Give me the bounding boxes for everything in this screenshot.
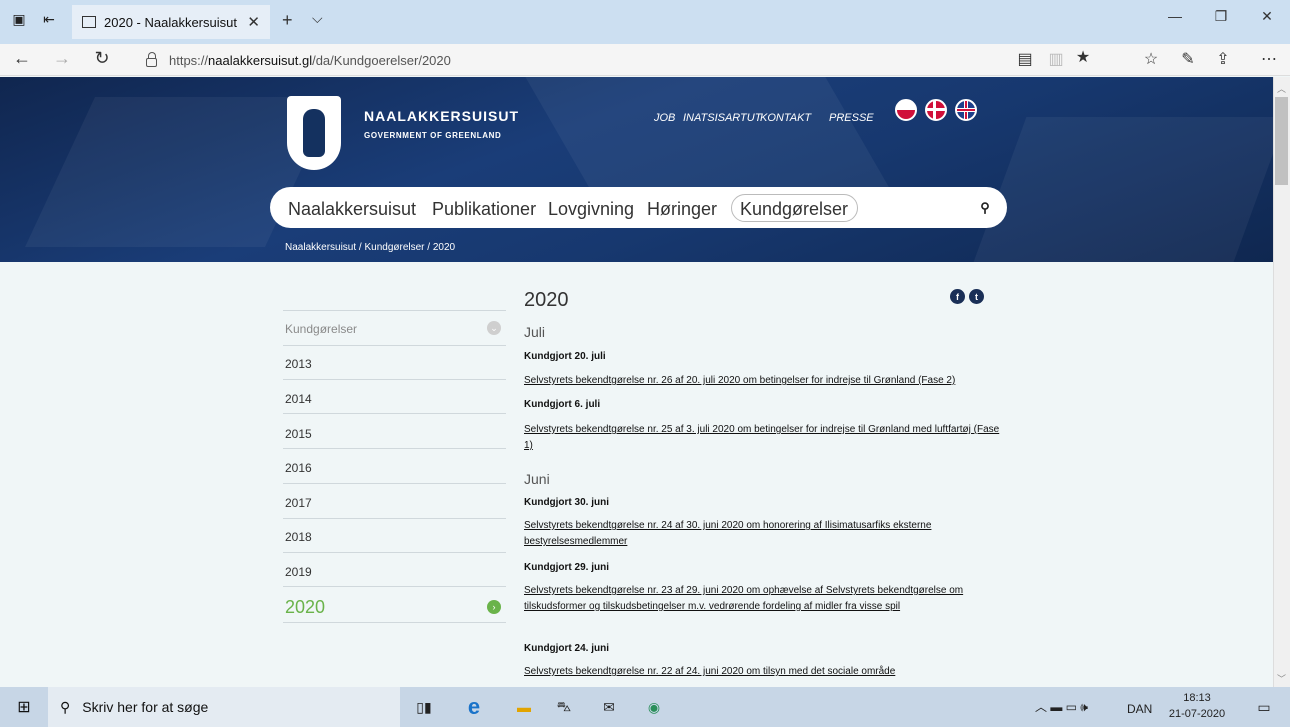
nav-horinger[interactable]: Høringer bbox=[647, 199, 717, 220]
sidebar-year-2013[interactable]: 2013 bbox=[285, 357, 312, 371]
nav-publikationer[interactable]: Publikationer bbox=[432, 199, 536, 220]
more-icon[interactable]: ⋯ bbox=[1258, 49, 1280, 69]
file-explorer-icon[interactable]: ▬ bbox=[510, 694, 538, 720]
tray-icons[interactable]: ︿ ▬ ▭ 🕪 bbox=[1035, 698, 1088, 715]
top-link-job[interactable]: JOB bbox=[654, 112, 675, 124]
clock-date: 21-07-2020 bbox=[1168, 708, 1226, 720]
brand-subtitle: GOVERNMENT OF GREENLAND bbox=[364, 131, 502, 140]
page-title: 2020 bbox=[524, 289, 569, 311]
entry-date: Kundgjort 6. juli bbox=[524, 399, 601, 410]
divider bbox=[283, 310, 506, 311]
active-tab[interactable]: 2020 - Naalakkersuisut ✕ bbox=[72, 5, 270, 39]
tab-preview-chevron-icon[interactable]: ⌵ bbox=[312, 10, 323, 27]
divider bbox=[283, 379, 506, 380]
entry-link[interactable]: Selvstyrets bekendtgørelse nr. 26 af 20.… bbox=[524, 373, 1004, 389]
sidebar-year-2016[interactable]: 2016 bbox=[285, 461, 312, 475]
entry-date: Kundgjort 30. juni bbox=[524, 497, 609, 508]
maps-globe-icon[interactable]: ◉ bbox=[640, 694, 668, 720]
divider bbox=[283, 413, 506, 414]
entry-date: Kundgjort 20. juli bbox=[524, 351, 606, 362]
divider bbox=[283, 622, 506, 623]
entry-link[interactable]: Selvstyrets bekendtgørelse nr. 24 af 30.… bbox=[524, 518, 1004, 550]
task-view-icon[interactable]: ▯▮ bbox=[410, 694, 438, 720]
sidebar-year-2014[interactable]: 2014 bbox=[285, 392, 312, 406]
divider bbox=[283, 586, 506, 587]
divider bbox=[283, 483, 506, 484]
favorite-star-icon[interactable]: ★ bbox=[1072, 47, 1094, 67]
url-prefix: https:// bbox=[169, 52, 209, 68]
top-link-kontakt[interactable]: KONTAKT bbox=[760, 112, 811, 124]
sidebar-year-2017[interactable]: 2017 bbox=[285, 496, 312, 510]
scroll-up-icon[interactable]: ︿ bbox=[1277, 82, 1286, 95]
clock-time: 18:13 bbox=[1183, 692, 1211, 704]
chevron-right-icon[interactable]: › bbox=[487, 600, 501, 614]
edge-browser-icon[interactable]: e bbox=[460, 694, 488, 720]
breadcrumb[interactable]: Naalakkersuisut / Kundgørelser / 2020 bbox=[285, 242, 455, 253]
search-icon: ⚲ bbox=[60, 698, 71, 715]
notifications-icon[interactable]: ▭ bbox=[1250, 694, 1278, 720]
entry-date: Kundgjort 29. juni bbox=[524, 562, 609, 573]
site-header bbox=[0, 77, 1273, 262]
refresh-icon[interactable]: ↻ bbox=[90, 48, 114, 69]
close-tab-icon[interactable]: ✕ bbox=[247, 13, 260, 31]
url-host: naalakkersuisut.gl bbox=[208, 52, 313, 68]
favorites-hub-icon[interactable]: ☆ bbox=[1140, 49, 1162, 69]
english-flag-icon[interactable] bbox=[955, 99, 977, 121]
entry-link[interactable]: Selvstyrets bekendtgørelse nr. 25 af 3. … bbox=[524, 422, 1004, 454]
forward-icon[interactable]: → bbox=[50, 48, 74, 69]
sidebar-year-2018[interactable]: 2018 bbox=[285, 530, 312, 544]
lock-icon bbox=[146, 51, 157, 67]
url-field[interactable]: https://naalakkersuisut.gl/da/Kundgoerel… bbox=[142, 48, 1122, 72]
search-icon[interactable]: ⚲ bbox=[970, 193, 1000, 223]
entry-link[interactable]: Selvstyrets bekendtgørelse nr. 22 af 24.… bbox=[524, 664, 1004, 680]
store-icon[interactable]: ⛍ bbox=[550, 694, 578, 720]
sidebar-year-2015[interactable]: 2015 bbox=[285, 427, 312, 441]
tab-actions-icon[interactable]: ▣ bbox=[8, 8, 30, 30]
divider bbox=[283, 518, 506, 519]
greenlandic-flag-icon[interactable] bbox=[895, 99, 917, 121]
facebook-icon[interactable]: f bbox=[950, 289, 965, 304]
input-language[interactable]: DAN bbox=[1127, 702, 1152, 716]
url-path: /da/Kundgoerelser/2020 bbox=[312, 52, 451, 68]
nav-kundgorelser[interactable]: Kundgørelser bbox=[740, 199, 848, 220]
sidebar-year-current[interactable]: 2020 bbox=[285, 597, 325, 618]
pen-notes-icon[interactable]: ✎ bbox=[1177, 49, 1199, 69]
reading-view-icon[interactable]: ▥ bbox=[1045, 49, 1067, 69]
brand-name[interactable]: NAALAKKERSUISUT bbox=[364, 108, 519, 124]
month-heading-juli: Juli bbox=[524, 324, 546, 340]
greenland-coat-of-arms-logo[interactable] bbox=[287, 96, 341, 170]
collapse-icon[interactable]: ⌄ bbox=[487, 321, 501, 335]
taskbar-search-placeholder: Skriv her for at søge bbox=[82, 699, 209, 715]
taskbar-clock[interactable]: 18:13 21-07-2020 bbox=[1166, 690, 1228, 722]
page-favicon-icon bbox=[82, 16, 96, 28]
set-tabs-aside-icon[interactable]: ⇤ bbox=[38, 8, 60, 30]
scroll-down-icon[interactable]: ﹀ bbox=[1277, 672, 1286, 685]
tab-title: 2020 - Naalakkersuisut bbox=[104, 14, 237, 30]
nav-naalakkersuisut[interactable]: Naalakkersuisut bbox=[288, 199, 416, 220]
divider bbox=[283, 448, 506, 449]
month-heading-juni: Juni bbox=[524, 471, 550, 487]
sidebar-year-2019[interactable]: 2019 bbox=[285, 565, 312, 579]
entry-link[interactable]: Selvstyrets bekendtgørelse nr. 23 af 29.… bbox=[524, 583, 1004, 615]
twitter-icon[interactable]: t bbox=[969, 289, 984, 304]
reading-list-icon[interactable]: ▤ bbox=[1014, 49, 1036, 69]
top-link-inatsisartut[interactable]: INATSISARTUT bbox=[683, 112, 761, 124]
nav-lovgivning[interactable]: Lovgivning bbox=[548, 199, 634, 220]
mail-icon[interactable]: ✉ bbox=[595, 694, 623, 720]
windows-start-icon[interactable]: ⊞ bbox=[10, 694, 38, 720]
window-close-icon[interactable]: ✕ bbox=[1252, 8, 1282, 25]
restore-icon[interactable]: ❐ bbox=[1206, 8, 1236, 25]
minimize-icon[interactable]: — bbox=[1160, 8, 1190, 24]
taskbar-search-box[interactable]: ⚲ Skriv her for at søge bbox=[48, 687, 400, 727]
divider bbox=[283, 552, 506, 553]
danish-flag-icon[interactable] bbox=[925, 99, 947, 121]
top-link-presse[interactable]: PRESSE bbox=[829, 112, 874, 124]
scrollbar-thumb[interactable] bbox=[1275, 97, 1288, 185]
share-icon[interactable]: ⇪ bbox=[1212, 49, 1234, 69]
new-tab-icon[interactable]: + bbox=[282, 10, 293, 31]
entry-date: Kundgjort 24. juni bbox=[524, 643, 609, 654]
back-icon[interactable]: ← bbox=[10, 48, 34, 69]
sidebar-heading[interactable]: Kundgørelser bbox=[285, 322, 357, 336]
divider bbox=[283, 345, 506, 346]
